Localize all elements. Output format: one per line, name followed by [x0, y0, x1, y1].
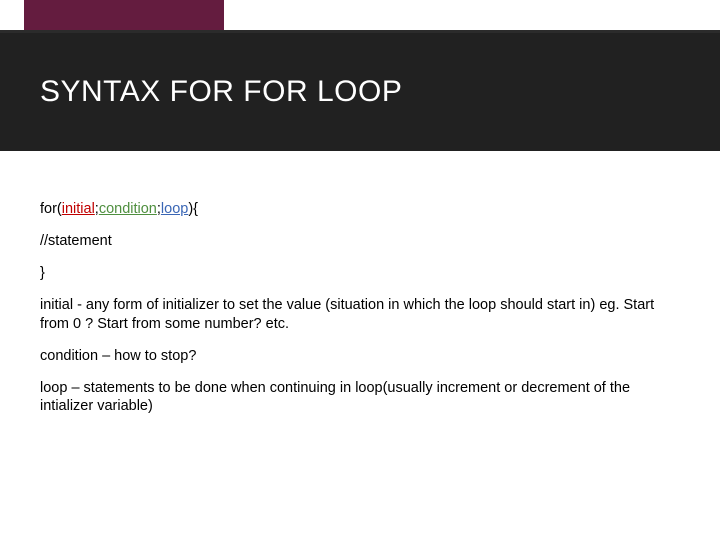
- statement-line: //statement: [40, 232, 680, 250]
- initial-description: initial - any form of initializer to set…: [40, 296, 680, 332]
- page-title: SYNTAX FOR FOR LOOP: [40, 75, 402, 109]
- condition-description: condition – how to stop?: [40, 347, 680, 365]
- syntax-for: for(: [40, 201, 62, 217]
- syntax-close: ){: [188, 201, 198, 217]
- accent-bar: [24, 0, 224, 30]
- title-bar: SYNTAX FOR FOR LOOP: [0, 33, 720, 151]
- syntax-condition: condition: [99, 201, 157, 217]
- syntax-loop: loop: [161, 201, 188, 217]
- loop-description: loop – statements to be done when contin…: [40, 379, 680, 415]
- content-area: for(initial;condition;loop){ //statement…: [40, 200, 680, 429]
- syntax-line: for(initial;condition;loop){: [40, 200, 680, 218]
- closing-brace: }: [40, 264, 680, 282]
- slide: SYNTAX FOR FOR LOOP for(initial;conditio…: [0, 0, 720, 540]
- syntax-initial: initial: [62, 201, 95, 217]
